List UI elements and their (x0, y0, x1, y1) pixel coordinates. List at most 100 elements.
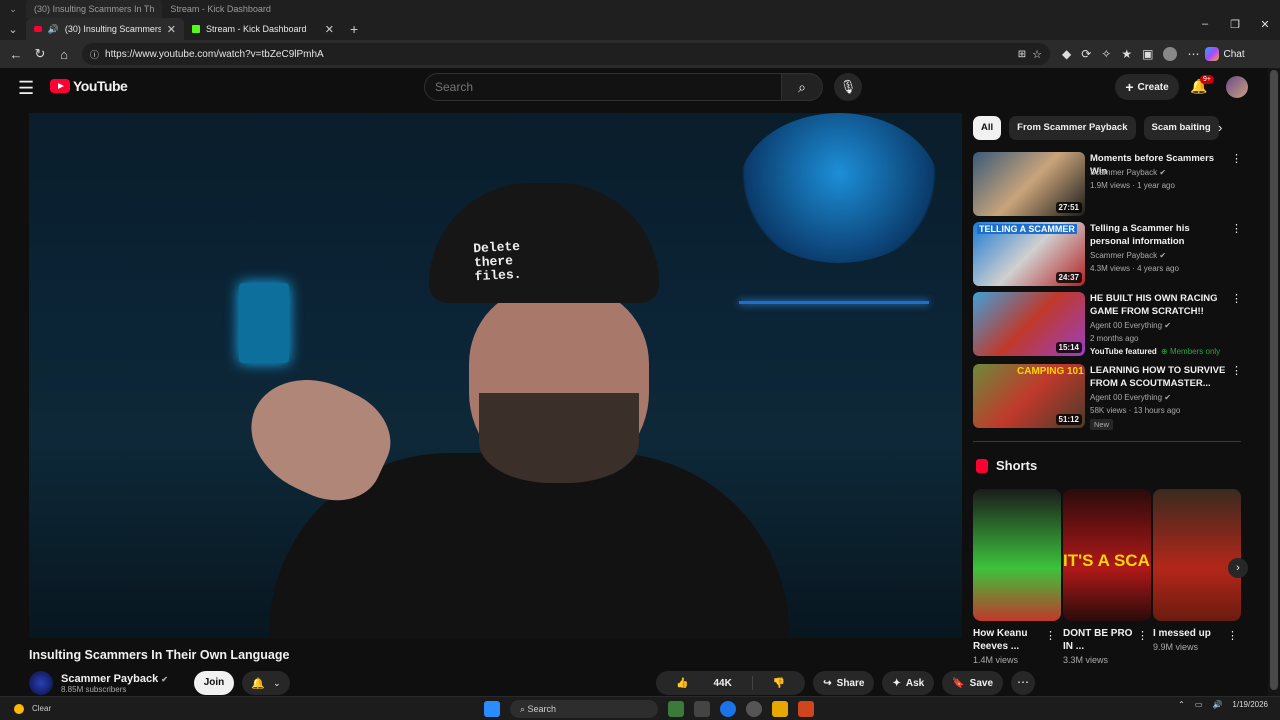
refresh-icon[interactable]: ↻ (28, 46, 52, 62)
like-button[interactable]: 👍 44K (656, 671, 752, 695)
thumbs-up-icon: 👍 (676, 677, 689, 689)
shorts-next-button[interactable]: › (1228, 558, 1248, 578)
short-item[interactable]: How Keanu Reeves ... 1.4M views ⋮ (973, 489, 1061, 665)
url-field[interactable]: ⓘ https://www.youtube.com/watch?v=tbZeC9… (82, 43, 1050, 65)
more-vert-icon[interactable]: ⋮ (1231, 222, 1242, 235)
list-item[interactable]: 27:51 Moments before Scammers Win Scamme… (973, 152, 1245, 220)
video-thumbnail[interactable]: TELLING A SCAMMER 24:37 (973, 222, 1085, 286)
chip-all[interactable]: All (973, 116, 1002, 140)
account-avatar[interactable] (1226, 76, 1248, 98)
video-player[interactable]: Delete there files. (29, 113, 962, 638)
more-vert-icon[interactable]: ⋮ (1227, 629, 1238, 642)
app-icon[interactable] (746, 701, 762, 717)
channel-row: Scammer Payback ✔ 8.85M subscribers Join… (29, 671, 290, 695)
apps-icon[interactable]: ⊞ (1018, 49, 1026, 60)
more-vert-icon[interactable]: ⋮ (1231, 152, 1242, 165)
video-thumbnail[interactable]: 27:51 (973, 152, 1085, 216)
share-button[interactable]: ↪ Share (813, 671, 875, 695)
short-title[interactable]: How Keanu Reeves ... (973, 627, 1045, 653)
taskbar-search[interactable]: ⌕ Search (510, 700, 658, 718)
speaker-icon[interactable]: 🔊 (48, 24, 59, 35)
rec-channel[interactable]: Agent 00 Everything ✔ (1090, 393, 1171, 402)
rec-channel[interactable]: Agent 00 Everything ✔ (1090, 321, 1171, 330)
scrollbar[interactable] (1268, 68, 1280, 696)
more-vert-icon[interactable]: ⋮ (1231, 292, 1242, 305)
taskbar: Clear ⌕ Search ⌃ ▭ 🔊 1/19/2026 (0, 696, 1280, 720)
close-tab-icon[interactable]: ✕ (325, 23, 334, 36)
dislike-button[interactable]: 👎 (753, 671, 805, 695)
weather-widget[interactable]: Clear (14, 703, 51, 714)
search-input[interactable] (424, 73, 782, 101)
chevron-up-icon[interactable]: ⌃ (1178, 700, 1185, 709)
more-vert-icon[interactable]: ⋮ (1231, 364, 1242, 377)
search-button[interactable]: ⌕ (781, 73, 823, 101)
subscription-bell-button[interactable]: 🔔 ⌄ (242, 671, 290, 695)
short-thumbnail[interactable]: IT'S A SCAM (1063, 489, 1151, 621)
ask-button[interactable]: ✦ Ask (882, 671, 935, 695)
list-item[interactable]: TELLING A SCAMMER 24:37 Telling a Scamme… (973, 222, 1245, 290)
close-window-icon[interactable]: ✕ (1250, 18, 1280, 31)
sync-icon[interactable]: ⟳ (1081, 47, 1091, 61)
create-button[interactable]: + Create (1115, 74, 1179, 100)
rec-channel[interactable]: Scammer Payback ✔ (1090, 168, 1166, 177)
short-thumbnail[interactable] (973, 489, 1061, 621)
voice-search-button[interactable]: 🎙 (834, 73, 862, 101)
more-menu-icon[interactable]: ⋯ (1187, 47, 1199, 61)
more-vert-icon[interactable]: ⋮ (1137, 629, 1148, 642)
tab-kick[interactable]: Stream - Kick Dashboard ✕ (184, 18, 342, 40)
taskbar-center: ⌕ Search (484, 700, 814, 718)
date-text[interactable]: 1/19/2026 (1232, 700, 1268, 709)
minimize-icon[interactable]: – (1190, 18, 1220, 31)
chevron-right-icon[interactable]: › (1218, 120, 1222, 135)
short-thumbnail[interactable] (1153, 489, 1241, 621)
tab-list-icon[interactable]: ⌄ (0, 23, 26, 36)
video-actions: 👍 44K 👎 ↪ Share ✦ Ask 🔖 Save ⋯ (656, 671, 1036, 695)
network-icon[interactable]: ▭ (1195, 700, 1203, 709)
back-icon[interactable]: ← (4, 47, 28, 62)
brave-icon[interactable] (798, 701, 814, 717)
restore-icon[interactable]: ❐ (1220, 18, 1250, 31)
new-tab-icon[interactable]: + (350, 21, 358, 37)
rec-title[interactable]: LEARNING HOW TO SURVIVE FROM A SCOUTMAST… (1090, 364, 1230, 390)
rec-title[interactable]: HE BUILT HIS OWN RACING GAME FROM SCRATC… (1090, 292, 1230, 318)
youtube-logo[interactable]: YouTube (50, 78, 128, 94)
widget-icon[interactable] (668, 701, 684, 717)
extension-icon[interactable]: ◆ (1062, 47, 1071, 61)
short-title[interactable]: I messed up (1153, 627, 1225, 640)
volume-icon[interactable]: 🔊 (1212, 700, 1222, 709)
home-icon[interactable]: ⌂ (52, 47, 76, 62)
short-item[interactable]: I messed up 9.9M views ⋮ (1153, 489, 1241, 665)
video-thumbnail[interactable]: 15:14 (973, 292, 1085, 356)
site-info-icon[interactable]: ⓘ (90, 48, 99, 61)
more-actions-button[interactable]: ⋯ (1011, 671, 1036, 695)
windows-start-icon[interactable] (484, 701, 500, 717)
favorite-star-icon[interactable]: ☆ (1032, 48, 1042, 61)
tab-youtube[interactable]: 🔊 (30) Insulting Scammers In Th ✕ (26, 18, 184, 40)
short-item[interactable]: IT'S A SCAM DONT BE PRO IN ... 3.3M view… (1063, 489, 1151, 665)
collections-icon[interactable]: ▣ (1142, 47, 1153, 61)
short-title[interactable]: DONT BE PRO IN ... (1063, 627, 1135, 653)
channel-name[interactable]: Scammer Payback ✔ (61, 673, 168, 685)
join-button[interactable]: Join (194, 671, 234, 695)
chip-from-channel[interactable]: From Scammer Payback (1009, 116, 1136, 140)
extensions-icon[interactable]: ✧ (1101, 47, 1111, 61)
favorites-icon[interactable]: ★ (1121, 47, 1132, 61)
rec-title[interactable]: Telling a Scammer his personal informati… (1090, 222, 1230, 248)
more-vert-icon[interactable]: ⋮ (1045, 629, 1056, 642)
edge-icon[interactable] (720, 701, 736, 717)
hamburger-menu-icon[interactable]: ☰ (18, 78, 34, 99)
copilot-chat-button[interactable]: Chat (1205, 47, 1245, 61)
channel-avatar[interactable] (29, 671, 53, 695)
chip-scam-baiting[interactable]: Scam baiting (1143, 116, 1219, 140)
scrollbar-thumb[interactable] (1270, 70, 1278, 690)
file-explorer-icon[interactable] (772, 701, 788, 717)
rec-channel[interactable]: Scammer Payback ✔ (1090, 251, 1166, 260)
list-item[interactable]: 15:14 HE BUILT HIS OWN RACING GAME FROM … (973, 292, 1245, 360)
profile-avatar[interactable] (1163, 47, 1178, 61)
video-thumbnail[interactable]: CAMPING 101 51:12 (973, 364, 1085, 428)
save-button[interactable]: 🔖 Save (942, 671, 1004, 695)
list-item[interactable]: CAMPING 101 51:12 LEARNING HOW TO SURVIV… (973, 364, 1245, 432)
task-view-icon[interactable] (694, 701, 710, 717)
close-tab-icon[interactable]: ✕ (167, 23, 176, 36)
weather-icon (14, 703, 24, 714)
